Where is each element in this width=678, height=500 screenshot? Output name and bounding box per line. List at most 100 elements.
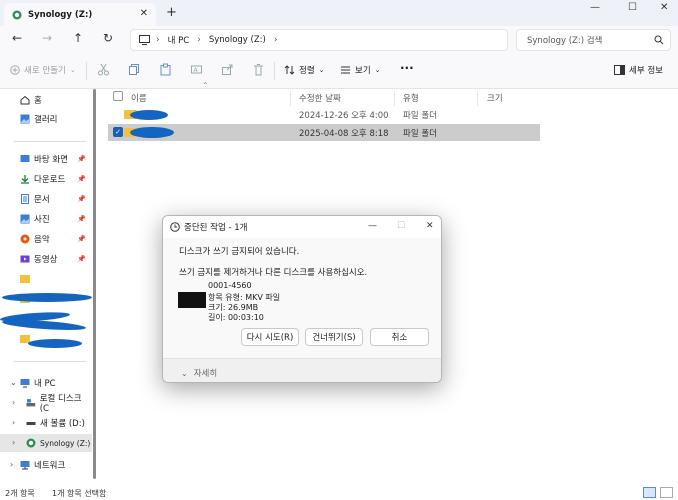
sidebar-item-documents[interactable]: 문서 📌	[0, 190, 92, 208]
sidebar-item-music[interactable]: 음악 📌	[0, 230, 92, 248]
chevron-right-icon[interactable]: ›	[10, 460, 13, 469]
more-details-toggle[interactable]: ⌄ 자세히	[181, 367, 217, 380]
sort-label: 정렬	[299, 66, 315, 76]
type-cell: 파일 폴더	[403, 111, 437, 121]
tab-synology[interactable]: Synology (Z:) ✕	[4, 3, 156, 26]
command-bar: 새로 만들기 ⌄ A 정렬 ⌄ 보기 ⌄ ··· 세부 정보	[0, 53, 678, 89]
minimize-button[interactable]: —	[368, 221, 377, 231]
sidebar-item-this-pc[interactable]: ⌄ 내 PC	[0, 374, 92, 392]
file-name: 0001-4560	[208, 281, 252, 290]
file-length: 길이: 00:03:10	[208, 313, 264, 322]
pin-icon[interactable]: 📌	[77, 195, 86, 203]
cut-icon[interactable]	[97, 63, 110, 76]
chevron-right-icon[interactable]: ›	[274, 35, 278, 45]
sidebar-item-videos[interactable]: 동영상 📌	[0, 250, 92, 268]
sidebar-item-local-disk-c[interactable]: › 로컬 디스크 (C	[0, 394, 92, 414]
close-tab-icon[interactable]: ✕	[140, 8, 148, 19]
sidebar-item-volume-d[interactable]: › 새 볼륨 (D:)	[0, 414, 92, 432]
sidebar-item-home[interactable]: 홈	[0, 91, 92, 109]
sidebar-item-downloads[interactable]: 다운로드 📌	[0, 170, 92, 188]
modified-cell: 2025-04-08 오후 8:18	[299, 129, 389, 139]
paste-icon[interactable]	[159, 63, 172, 76]
gallery-icon	[20, 114, 30, 124]
table-row[interactable]: 2024-12-26 오후 4:00 파일 폴더	[108, 106, 540, 123]
more-options-button[interactable]: ···	[400, 61, 414, 75]
sidebar-item-synology[interactable]: › Synology (Z:)	[0, 434, 92, 452]
column-header-modified[interactable]: 수정한 날짜	[299, 89, 341, 107]
back-button[interactable]: ←	[12, 31, 22, 45]
column-header-type[interactable]: 유형	[403, 89, 419, 107]
chevron-down-icon[interactable]: ⌄	[10, 378, 17, 387]
search-input[interactable]: Synology (Z:) 검색	[516, 29, 671, 51]
close-dialog-button[interactable]: ✕	[426, 221, 434, 231]
error-message: 디스크가 쓰기 금지되어 있습니다.	[179, 247, 300, 257]
sort-button[interactable]: 정렬 ⌄	[284, 64, 325, 76]
copy-icon[interactable]	[128, 63, 141, 76]
refresh-button[interactable]: ↻	[103, 31, 113, 45]
view-button[interactable]: 보기 ⌄	[340, 64, 381, 76]
chevron-right-icon[interactable]: ›	[12, 418, 15, 427]
up-button[interactable]: ↑	[73, 31, 83, 45]
address-bar[interactable]: › 내 PC › Synology (Z:) ›	[130, 29, 508, 51]
pin-icon[interactable]: 📌	[77, 175, 86, 183]
details-pane-icon	[614, 65, 625, 75]
redaction-mark	[130, 127, 174, 138]
sidebar-item-label: 새 볼륨 (D:)	[40, 419, 85, 429]
chevron-right-icon[interactable]: ›	[156, 35, 160, 45]
search-placeholder: Synology (Z:) 검색	[527, 36, 603, 46]
new-button[interactable]: 새로 만들기 ⌄	[10, 64, 76, 76]
breadcrumb-synology[interactable]: Synology (Z:)	[209, 35, 266, 45]
sidebar-item-label: 다운로드	[34, 175, 66, 185]
sidebar-item-gallery[interactable]: 갤러리	[0, 110, 92, 128]
view-icon	[341, 66, 350, 74]
drive-icon	[26, 422, 36, 425]
column-divider[interactable]	[290, 91, 291, 106]
chevron-right-icon[interactable]: ›	[12, 438, 15, 447]
delete-icon[interactable]	[252, 63, 265, 76]
column-divider[interactable]	[477, 91, 478, 106]
column-divider[interactable]	[394, 91, 395, 106]
download-icon	[21, 175, 29, 184]
column-header-name[interactable]: 이름	[131, 89, 147, 107]
chevron-right-icon[interactable]: ›	[197, 35, 201, 45]
redaction-mark	[28, 339, 82, 348]
maximize-button[interactable]: ☐	[628, 2, 637, 13]
chevron-right-icon[interactable]: ›	[12, 398, 15, 407]
plus-circle-icon	[10, 65, 20, 75]
modified-cell: 2024-12-26 오후 4:00	[299, 111, 389, 121]
tab-title: Synology (Z:)	[28, 9, 93, 20]
sidebar-item-desktop[interactable]: 바탕 화면 📌	[0, 150, 92, 168]
forward-button[interactable]: →	[42, 31, 52, 45]
sidebar-item-label: 내 PC	[34, 379, 56, 389]
pin-icon[interactable]: 📌	[77, 255, 86, 263]
tiles-view-button[interactable]	[660, 487, 673, 498]
rename-icon[interactable]: A	[190, 63, 203, 76]
home-icon	[20, 95, 30, 105]
select-all-checkbox[interactable]	[113, 91, 123, 101]
pictures-icon	[20, 214, 30, 224]
breadcrumb-pc[interactable]: 내 PC	[168, 34, 190, 46]
pin-icon[interactable]: 📌	[77, 235, 86, 243]
status-bar: 2개 항목 1개 항목 선택함	[0, 485, 678, 500]
close-window-button[interactable]: ✕	[660, 2, 668, 13]
details-view-button[interactable]	[643, 487, 656, 498]
maximize-button: ☐	[397, 221, 406, 231]
details-pane-button[interactable]: 세부 정보	[614, 64, 663, 76]
table-row[interactable]: ✓ 2025-04-08 오후 8:18 파일 폴더	[108, 124, 540, 141]
share-icon[interactable]	[221, 63, 234, 76]
sidebar-item-pictures[interactable]: 사진 📌	[0, 210, 92, 228]
pin-icon[interactable]: 📌	[77, 215, 86, 223]
sidebar-item-network[interactable]: › 네트워크	[0, 456, 92, 474]
retry-button[interactable]: 다시 시도(R)	[241, 328, 299, 346]
sidebar-item-label: 네트워크	[34, 461, 66, 471]
column-header-size[interactable]: 크기	[487, 89, 503, 107]
sidebar-item-redacted[interactable]	[0, 270, 92, 288]
new-tab-button[interactable]: +	[166, 5, 177, 20]
skip-button[interactable]: 건너뛰기(S)	[305, 328, 363, 346]
minimize-button[interactable]: —	[590, 2, 600, 13]
row-checkbox[interactable]: ✓	[113, 127, 123, 137]
pin-icon[interactable]: 📌	[77, 155, 86, 163]
cancel-button[interactable]: 취소	[370, 328, 429, 346]
sidebar-scrollbar[interactable]	[93, 89, 96, 479]
documents-icon	[21, 194, 29, 204]
